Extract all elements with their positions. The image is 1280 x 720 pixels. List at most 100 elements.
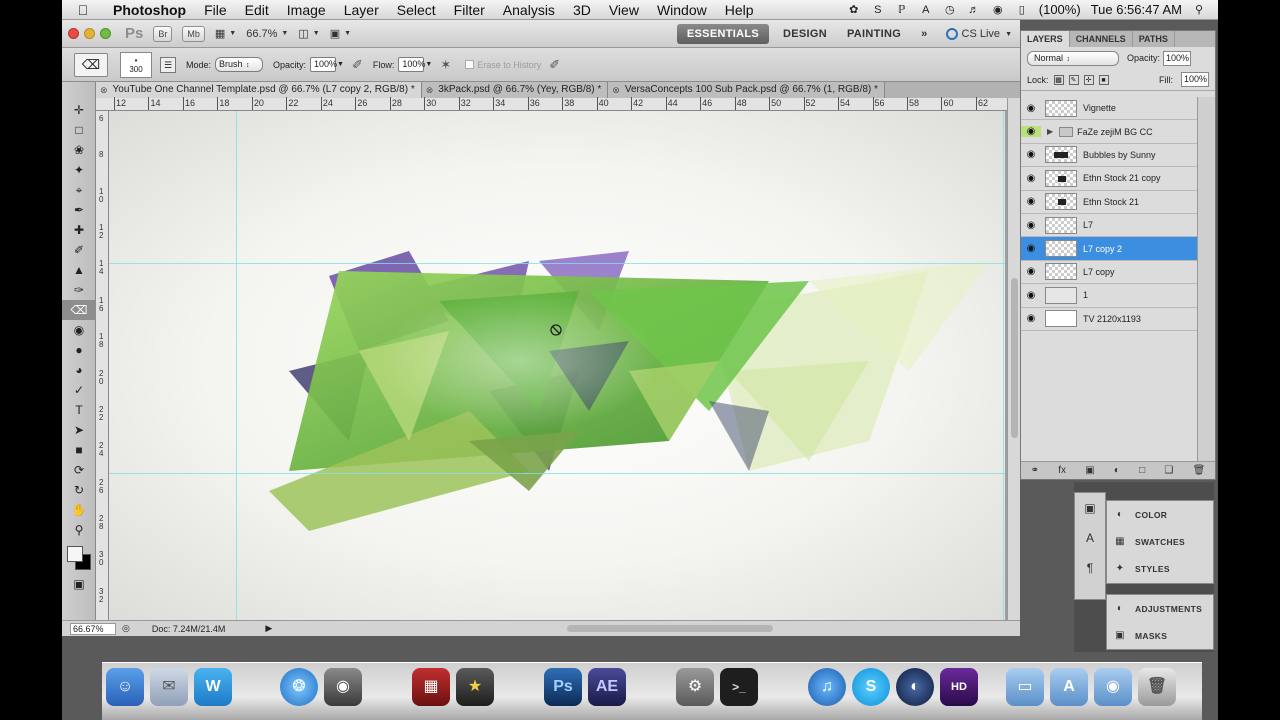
type-tool-icon[interactable]: T	[62, 400, 96, 420]
opacity-dropdown-icon[interactable]: ▼	[337, 61, 344, 68]
tablet-pressure-opacity-icon[interactable]: ✐	[352, 57, 363, 73]
close-tab-icon[interactable]: ⊗	[612, 82, 620, 98]
facetime-icon[interactable]: ◉	[324, 668, 362, 706]
3d-orbit-tool-icon[interactable]: ↻	[62, 480, 96, 500]
skype-dock-icon[interactable]: S	[852, 668, 890, 706]
eraser-tool-icon[interactable]: ⌫	[62, 300, 96, 320]
mode-select[interactable]: Brush ↕	[215, 57, 264, 72]
arrange-documents-dropdown[interactable]: ◫ ▼	[298, 27, 319, 40]
menu-3d[interactable]: 3D	[564, 2, 600, 18]
wifi-icon[interactable]: ◉	[991, 4, 1005, 16]
visibility-eye-icon[interactable]: ◉	[1021, 196, 1041, 207]
lock-transparent-icon[interactable]: ▩	[1053, 74, 1064, 85]
history-brush-tool-icon[interactable]: ✑	[62, 280, 96, 300]
new-group-icon[interactable]: □	[1139, 465, 1145, 476]
minimize-window-button[interactable]	[84, 28, 95, 39]
brush-panel-toggle-icon[interactable]: ☰	[160, 56, 176, 73]
adjustment-layer-icon[interactable]: ◐	[1114, 465, 1120, 476]
expand-group-icon[interactable]: ▶	[1047, 127, 1053, 136]
lock-all-icon[interactable]: ■	[1098, 74, 1109, 85]
skype-icon[interactable]: S	[871, 4, 885, 16]
airbrush-icon[interactable]: ✶	[440, 57, 451, 73]
vertical-scroll-thumb[interactable]	[1011, 278, 1018, 438]
tab-layers[interactable]: LAYERS	[1021, 31, 1070, 47]
menu-window[interactable]: Window	[648, 2, 716, 18]
visibility-eye-icon[interactable]: ◉	[1021, 243, 1041, 254]
close-tab-icon[interactable]: ⊗	[100, 82, 108, 98]
document-canvas[interactable]	[109, 111, 1005, 620]
after-effects-dock-icon[interactable]: AE	[588, 668, 626, 706]
mail-icon[interactable]: ✉	[150, 668, 188, 706]
opacity-input[interactable]: 100%	[310, 57, 337, 72]
launch-mini-bridge-button[interactable]: Mb	[182, 25, 205, 42]
word-icon[interactable]: W	[194, 668, 232, 706]
downloads-folder-icon[interactable]: ◉	[1094, 668, 1132, 706]
cinema4d-icon[interactable]: ◐	[896, 668, 934, 706]
character-panel-icon[interactable]: A	[1075, 523, 1105, 553]
quick-selection-tool-icon[interactable]: ✦	[62, 160, 96, 180]
clock[interactable]: Tue 6:56:47 AM	[1091, 2, 1182, 17]
layer-row[interactable]: ◉ Ethn Stock 21 copy	[1021, 167, 1197, 191]
menu-select[interactable]: Select	[388, 2, 445, 18]
battery-icon[interactable]: ▯	[1015, 4, 1029, 16]
foreground-color-swatch[interactable]	[67, 546, 83, 562]
layer-opacity-input[interactable]: 100%	[1163, 50, 1192, 66]
paragraph-panel-icon[interactable]: ¶	[1075, 553, 1105, 583]
imovie-icon[interactable]: ★	[456, 668, 494, 706]
time-machine-icon[interactable]: ◷	[943, 4, 957, 16]
visibility-eye-icon[interactable]: ◉	[1021, 173, 1041, 184]
brush-tool-icon[interactable]: ✐	[62, 240, 96, 260]
safari-icon[interactable]: ❂	[280, 668, 318, 706]
path-selection-tool-icon[interactable]: ➤	[62, 420, 96, 440]
trash-icon[interactable]: 🗑	[1138, 668, 1176, 706]
applications-folder-icon[interactable]: ▭	[1006, 668, 1044, 706]
photoshop-dock-icon[interactable]: Ps	[544, 668, 582, 706]
guide-horizontal-bottom[interactable]	[109, 473, 1005, 474]
visibility-eye-icon[interactable]: ◉	[1021, 126, 1041, 138]
visibility-eye-icon[interactable]: ◉	[1021, 103, 1041, 114]
zoom-window-button[interactable]	[100, 28, 111, 39]
workspace-design[interactable]: DESIGN	[773, 28, 837, 40]
menu-help[interactable]: Help	[716, 2, 763, 18]
flow-input[interactable]: 100%	[398, 57, 425, 72]
status-zoom-field[interactable]: 66.67%	[70, 622, 116, 635]
blur-tool-icon[interactable]: ●	[62, 340, 96, 360]
guide-vertical-left[interactable]	[236, 111, 237, 620]
layer-row[interactable]: ◉ 1	[1021, 284, 1197, 308]
panel-swatches[interactable]: ▦ SWATCHES	[1107, 528, 1213, 555]
status-info-icon[interactable]: ◎	[122, 623, 130, 634]
layer-row[interactable]: ◉ Bubbles by Sunny	[1021, 143, 1197, 168]
menu-view[interactable]: View	[600, 2, 648, 18]
hd-video-icon[interactable]: HD	[940, 668, 978, 706]
bluetooth-icon[interactable]: ℙ	[895, 4, 909, 16]
layer-row[interactable]: ◉ L7 copy	[1021, 260, 1197, 285]
pen-tool-icon[interactable]: ✓	[62, 380, 96, 400]
eyedropper-tool-icon[interactable]: ✒	[62, 200, 96, 220]
volume-icon[interactable]: ♬	[967, 4, 981, 16]
itunes-icon[interactable]: ♫	[808, 668, 846, 706]
apple-menu-icon[interactable]: 	[62, 2, 104, 18]
guide-horizontal-top[interactable]	[109, 263, 1005, 264]
visibility-eye-icon[interactable]: ◉	[1021, 266, 1041, 277]
dodge-tool-icon[interactable]: ◕	[62, 360, 96, 380]
add-mask-icon[interactable]: ▣	[1085, 465, 1094, 476]
lock-position-icon[interactable]: ✛	[1083, 74, 1094, 85]
menu-file[interactable]: File	[195, 2, 236, 18]
close-tab-icon[interactable]: ⊗	[426, 82, 434, 98]
status-menu-arrow-icon[interactable]: ▶	[265, 623, 272, 634]
panel-masks[interactable]: ▣ MASKS	[1107, 622, 1213, 649]
menu-image[interactable]: Image	[278, 2, 335, 18]
menu-layer[interactable]: Layer	[335, 2, 388, 18]
fill-input[interactable]: 100%	[1181, 72, 1209, 87]
lasso-tool-icon[interactable]: ❀	[62, 140, 96, 160]
lock-image-icon[interactable]: ✎	[1068, 74, 1079, 85]
panel-adjustments[interactable]: ◐ ADJUSTMENTS	[1107, 595, 1213, 622]
layer-row[interactable]: ◉ Vignette	[1021, 97, 1197, 121]
flow-dropdown-icon[interactable]: ▼	[425, 61, 432, 68]
erase-to-history-checkbox[interactable]: Erase to History	[465, 60, 541, 70]
close-window-button[interactable]	[68, 28, 79, 39]
menu-filter[interactable]: Filter	[445, 2, 494, 18]
spotlight-search-icon[interactable]: ⚲	[1192, 4, 1206, 16]
visibility-eye-icon[interactable]: ◉	[1021, 220, 1041, 231]
workspace-essentials[interactable]: ESSENTIALS	[676, 24, 769, 44]
